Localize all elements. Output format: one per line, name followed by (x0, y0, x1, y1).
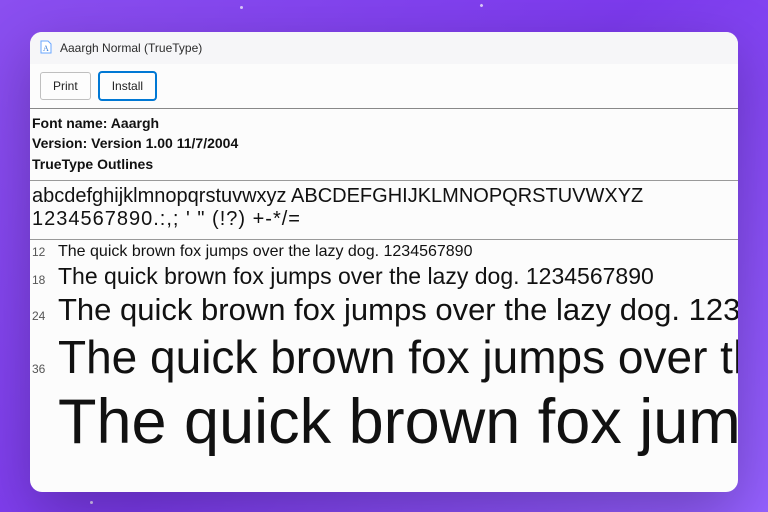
sample-size-label: 36 (32, 359, 58, 375)
sample-text: The quick brown fox jumps over the lazy … (58, 292, 738, 328)
sample-row: 12The quick brown fox jumps over the laz… (32, 242, 738, 261)
sample-row: 18The quick brown fox jumps over the laz… (32, 263, 738, 290)
sample-row: 36The quick brown fox jumps over the laz… (32, 330, 738, 384)
font-outlines-line: TrueType Outlines (32, 154, 736, 174)
font-metadata: Font name: Aaargh Version: Version 1.00 … (30, 109, 738, 181)
sample-size-label: 24 (32, 306, 58, 322)
character-sample: abcdefghijklmnopqrstuvwxyz ABCDEFGHIJKLM… (30, 181, 738, 240)
sample-row: 24The quick brown fox jumps over the laz… (32, 292, 738, 328)
window-title: Aaargh Normal (TrueType) (60, 41, 202, 55)
size-samples: 12The quick brown fox jumps over the laz… (30, 240, 738, 492)
font-file-icon: A (38, 39, 54, 58)
font-version-line: Version: Version 1.00 11/7/2004 (32, 133, 736, 153)
sample-text: The quick brown fox jumps over the lazy … (58, 386, 738, 458)
sample-text: The quick brown fox jumps over the lazy … (58, 243, 738, 261)
sample-size-label: 12 (32, 242, 58, 258)
sample-text: The quick brown fox jumps over the lazy … (58, 263, 738, 290)
sample-size-label (32, 439, 58, 443)
alphabet-letters: abcdefghijklmnopqrstuvwxyz ABCDEFGHIJKLM… (32, 185, 736, 208)
window-titlebar: A Aaargh Normal (TrueType) (30, 32, 738, 64)
print-button[interactable]: Print (40, 72, 91, 100)
sample-text: The quick brown fox jumps over the lazy … (58, 330, 738, 384)
install-button[interactable]: Install (99, 72, 156, 100)
alphabet-symbols: 1234567890.:,; ' " (!?) +-*/= (32, 208, 736, 231)
sample-row: The quick brown fox jumps over the lazy … (32, 386, 738, 458)
svg-text:A: A (43, 44, 49, 53)
sample-size-label: 18 (32, 270, 58, 286)
font-preview-window: A Aaargh Normal (TrueType) Print Install… (30, 32, 738, 492)
toolbar: Print Install (30, 64, 738, 109)
font-name-line: Font name: Aaargh (32, 113, 736, 133)
